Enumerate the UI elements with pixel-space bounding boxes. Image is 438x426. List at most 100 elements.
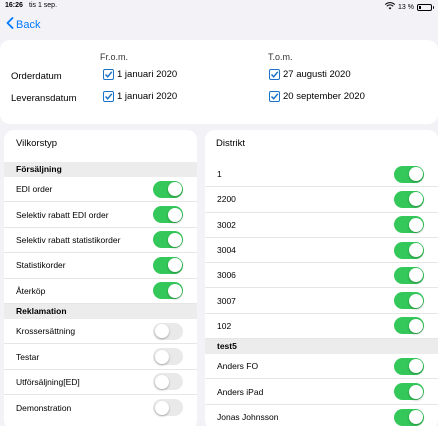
list-item: EDI order <box>4 177 197 203</box>
toggle-knob <box>408 384 423 399</box>
list-item: Selektiv rabatt statistikorder <box>4 228 197 254</box>
status-bar: 16:26 tis 1 sep. 13 % <box>0 0 438 12</box>
vilkorstyp-title: Vilkorstyp <box>16 138 58 149</box>
toggle-switch[interactable] <box>394 292 424 310</box>
toggle-knob <box>408 217 423 232</box>
list-item: Anders iPad <box>205 379 438 405</box>
list-item-label: Anders iPad <box>217 386 264 397</box>
toggle-knob <box>167 258 182 273</box>
list-item-label: Statistikorder <box>16 260 66 271</box>
group-header: Reklamation <box>4 303 197 319</box>
leveransdatum-to-value: 20 september 2020 <box>283 91 365 102</box>
toggle-knob <box>167 232 182 247</box>
orderdatum-from-value: 1 januari 2020 <box>117 69 178 80</box>
toggle-knob <box>154 324 169 339</box>
leveransdatum-to[interactable]: 20 september 2020 <box>269 91 365 102</box>
battery-icon <box>417 3 434 11</box>
list-item-label: 3004 <box>217 245 236 256</box>
back-button[interactable]: Back <box>6 17 40 32</box>
list-item: 3002 <box>205 213 438 238</box>
toggle-knob <box>408 192 423 207</box>
list-item-label: Jonas Johnsson <box>217 412 279 423</box>
orderdatum-to-value: 27 augusti 2020 <box>283 69 351 80</box>
toggle-switch[interactable] <box>394 317 424 335</box>
distrikt-panel: Distrikt 1 2200 3002 3004 3006 3007 102 test5 An… <box>205 130 438 426</box>
list-item: Statistikorder <box>4 253 197 279</box>
toggle-knob <box>167 182 182 197</box>
list-item: 102 <box>205 314 438 340</box>
toggle-switch[interactable] <box>153 373 183 391</box>
group-header: test5 <box>205 339 438 355</box>
list-item: 3007 <box>205 288 438 314</box>
wifi-icon <box>384 2 396 12</box>
list-item-label: EDI order <box>16 184 53 195</box>
back-label: Back <box>16 18 41 31</box>
toggle-switch[interactable] <box>153 282 183 300</box>
toggle-switch[interactable] <box>394 408 424 426</box>
group-header: Försäljning <box>4 162 197 177</box>
list-item-label: Selektiv rabatt statistikorder <box>16 234 121 245</box>
checkbox-checked-icon[interactable] <box>103 69 114 80</box>
toggle-switch[interactable] <box>153 180 183 198</box>
toggle-switch[interactable] <box>394 190 424 208</box>
to-header: T.o.m. <box>268 52 293 62</box>
list-item-label: Demonstration <box>16 402 72 413</box>
list-item: Testar <box>4 344 197 370</box>
checkbox-checked-icon[interactable] <box>269 91 280 102</box>
toggle-switch[interactable] <box>153 399 183 417</box>
toggle-knob <box>154 349 169 364</box>
checkbox-checked-icon[interactable] <box>269 69 280 80</box>
battery-percent: 13 % <box>398 3 414 11</box>
battery-fill <box>419 5 421 9</box>
list-item: Utförsäljning[ED] <box>4 370 197 396</box>
toggle-switch[interactable] <box>153 231 183 249</box>
list-item: 3004 <box>205 238 438 264</box>
toggle-knob <box>408 318 423 333</box>
distrikt-title: Distrikt <box>216 138 246 149</box>
toggle-knob <box>154 400 169 415</box>
leveransdatum-from[interactable]: 1 januari 2020 <box>103 91 177 102</box>
list-item: Återköp <box>4 279 197 304</box>
toggle-switch[interactable] <box>394 216 424 234</box>
list-item-label: Återköp <box>16 285 46 296</box>
orderdatum-to[interactable]: 27 augusti 2020 <box>269 69 351 80</box>
list-item: Selektiv rabatt EDI order <box>4 202 197 228</box>
list-item-label: 2200 <box>217 194 236 205</box>
toggle-switch[interactable] <box>153 322 183 340</box>
from-header: Fr.o.m. <box>100 52 129 62</box>
toggle-switch[interactable] <box>153 348 183 366</box>
toggle-knob <box>408 359 423 374</box>
toggle-switch[interactable] <box>153 256 183 274</box>
list-item-label: Krossersättning <box>16 326 76 337</box>
leveransdatum-from-value: 1 januari 2020 <box>117 91 178 102</box>
toggle-switch[interactable] <box>394 266 424 284</box>
toggle-knob <box>167 207 182 222</box>
list-item: Krossersättning <box>4 319 197 345</box>
orderdatum-from[interactable]: 1 januari 2020 <box>103 69 177 80</box>
distrikt-list: 1 2200 3002 3004 3006 3007 102 test5 Anders FO An… <box>205 162 438 426</box>
status-time: 16:26 <box>5 2 23 9</box>
list-item: Jonas Johnsson <box>205 405 438 426</box>
toggle-knob <box>154 374 169 389</box>
toggle-switch[interactable] <box>394 383 424 401</box>
list-item-label: Selektiv rabatt EDI order <box>16 209 109 220</box>
list-item-label: Anders FO <box>217 361 259 372</box>
leveransdatum-label: Leveransdatum <box>11 93 77 104</box>
toggle-switch[interactable] <box>153 206 183 224</box>
date-filter-card: Fr.o.m. T.o.m. Orderdatum 1 januari 2020… <box>0 40 438 124</box>
toggle-knob <box>408 167 423 182</box>
list-item: 2200 <box>205 187 438 213</box>
vilkorstyp-list: Försäljning EDI order Selektiv rabatt EDI … <box>4 162 197 421</box>
toggle-switch[interactable] <box>394 357 424 375</box>
list-item-label: 3006 <box>217 270 236 281</box>
list-item-label: 1 <box>217 169 222 180</box>
list-item-label: 3007 <box>217 295 236 306</box>
list-item: 1 <box>205 162 438 188</box>
toggle-switch[interactable] <box>394 165 424 183</box>
toggle-switch[interactable] <box>394 241 424 259</box>
toggle-knob <box>408 243 423 258</box>
checkbox-checked-icon[interactable] <box>103 91 114 102</box>
list-item: Demonstration <box>4 395 197 420</box>
toggle-knob <box>408 410 423 425</box>
orderdatum-label: Orderdatum <box>11 71 62 82</box>
